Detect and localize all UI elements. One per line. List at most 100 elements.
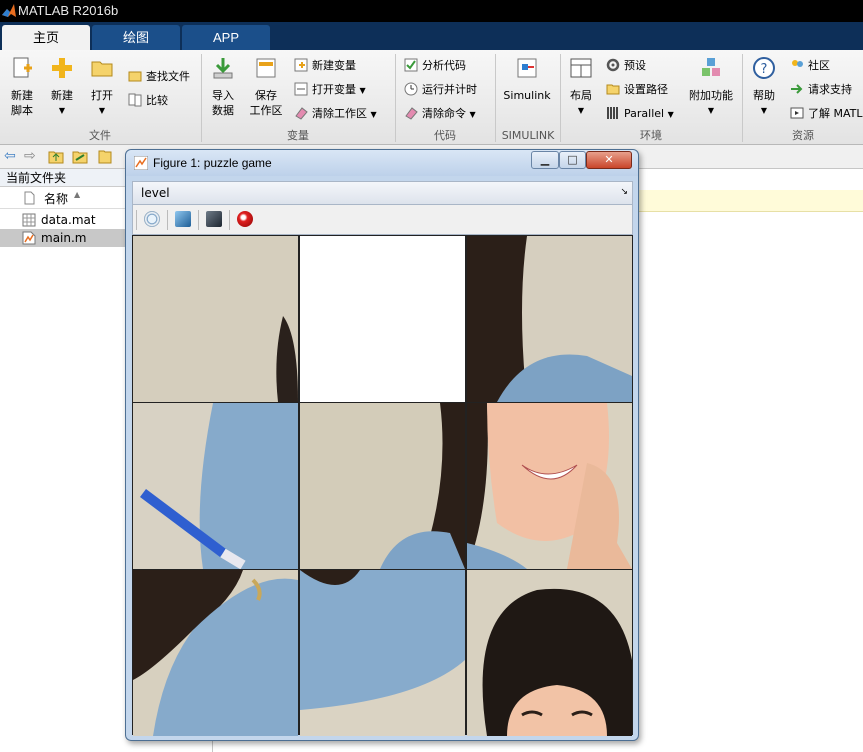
close-button[interactable]: ✕: [586, 151, 632, 169]
help-label: 帮助: [753, 89, 775, 102]
layout-label: 布局: [570, 89, 592, 102]
clear-workspace-label: 清除工作区: [312, 107, 367, 120]
save-workspace-icon: [256, 58, 276, 78]
svg-text:?: ?: [761, 62, 768, 77]
find-files-label: 查找文件: [146, 70, 190, 83]
tile-image: [467, 403, 632, 569]
run-and-time-label: 运行并计时: [422, 83, 477, 96]
puzzle-board: [132, 235, 633, 736]
browse-folder-icon[interactable]: [72, 149, 88, 164]
puzzle-tile[interactable]: [467, 403, 632, 569]
dark-square-icon[interactable]: [206, 211, 222, 227]
puzzle-tile[interactable]: [300, 403, 465, 569]
new-script-button[interactable]: 新建 脚本: [6, 56, 38, 118]
app-titlebar: MATLAB R2016b: [0, 0, 863, 22]
tile-image: [300, 570, 465, 736]
run-and-time-button[interactable]: 运行并计时: [404, 81, 477, 99]
forward-arrow-icon[interactable]: ⇨: [24, 148, 36, 164]
clear-workspace-button[interactable]: 清除工作区 ▼: [294, 105, 377, 123]
new-variable-icon: [294, 58, 308, 72]
menu-level[interactable]: level: [141, 186, 170, 200]
blue-square-icon[interactable]: [175, 211, 191, 227]
figure-titlebar[interactable]: Figure 1: puzzle game ▁ □ ✕: [126, 150, 638, 176]
figure-toolbar: [132, 205, 633, 235]
puzzle-tile[interactable]: [133, 570, 298, 736]
new-label: 新建: [51, 89, 73, 102]
folder-icon: [91, 61, 113, 77]
layout-button[interactable]: 布局 ▼: [566, 56, 596, 118]
figure-menubar: level ↘: [132, 181, 633, 205]
menu-dock-arrow-icon[interactable]: ↘: [620, 187, 628, 197]
chevron-down-icon: ▼: [667, 110, 674, 119]
import-data-button[interactable]: 导入 数据: [206, 56, 240, 118]
find-files-button[interactable]: 查找文件: [128, 68, 190, 86]
analyze-code-button[interactable]: 分析代码: [404, 57, 466, 75]
open-variable-icon: [294, 82, 308, 96]
chevron-down-icon: ▼: [760, 106, 768, 115]
clear-commands-button[interactable]: 清除命令 ▼: [404, 105, 476, 123]
puzzle-tile[interactable]: [467, 236, 632, 402]
back-arrow-icon[interactable]: ⇦: [4, 148, 16, 164]
new-script-icon: [13, 57, 32, 78]
open-variable-button[interactable]: 打开变量 ▼: [294, 81, 366, 99]
tile-image: [133, 570, 298, 736]
new-variable-button[interactable]: 新建变量: [294, 57, 356, 75]
puzzle-tile[interactable]: [133, 403, 298, 569]
tile-image: [133, 403, 298, 569]
save-workspace-button[interactable]: 保存 工作区: [246, 56, 286, 118]
gear-icon: [606, 58, 620, 72]
section-resources-label: 资源: [792, 129, 814, 142]
learn-icon: [790, 107, 804, 119]
learn-matlab-label: 了解 MATL: [808, 107, 863, 120]
matlab-logo-icon: [2, 4, 16, 17]
tile-image: [300, 403, 465, 569]
learn-matlab-button[interactable]: 了解 MATL: [790, 105, 863, 123]
section-file-label: 文件: [89, 129, 111, 142]
community-icon: [792, 60, 803, 67]
open-button[interactable]: 打开 ▼: [86, 56, 118, 118]
file-name: data.mat: [41, 213, 96, 227]
divider: [229, 210, 230, 230]
up-folder-icon[interactable]: [48, 149, 64, 164]
divider: [136, 210, 137, 230]
analyze-code-label: 分析代码: [422, 59, 466, 72]
add-ons-button[interactable]: 附加功能 ▼: [686, 56, 736, 118]
puzzle-tile[interactable]: [300, 570, 465, 736]
puzzle-tile[interactable]: [133, 236, 298, 402]
minimize-button[interactable]: ▁: [531, 151, 559, 169]
arrow-right-icon: [791, 84, 803, 94]
compare-button[interactable]: 比较: [128, 92, 168, 110]
circle-icon[interactable]: [144, 211, 160, 227]
run-time-icon: [404, 82, 418, 96]
chevron-down-icon: ▼: [577, 106, 585, 115]
sort-ascending-icon: ▲: [74, 190, 81, 199]
name-column-label: 名称: [44, 192, 69, 206]
community-button[interactable]: 社区: [790, 57, 830, 75]
new-button[interactable]: 新建 ▼: [46, 56, 78, 118]
simulink-icon: [517, 58, 537, 78]
chevron-down-icon: ▼: [707, 106, 715, 115]
preferences-button[interactable]: 预设: [606, 57, 646, 75]
red-record-icon[interactable]: [237, 211, 253, 227]
help-icon: ?: [753, 57, 775, 79]
simulink-button[interactable]: Simulink: [502, 56, 552, 103]
tab-plots[interactable]: 绘图: [92, 25, 180, 50]
chevron-down-icon: ▼: [98, 106, 106, 115]
preferences-label: 预设: [624, 59, 646, 72]
parallel-button[interactable]: Parallel ▼: [606, 105, 674, 123]
ribbon: 新建 脚本 新建 ▼ 打开 ▼ 查找文件 比较 文件 导入 数据 保存 工作区 …: [0, 50, 863, 145]
puzzle-tile[interactable]: [467, 570, 632, 736]
tab-home[interactable]: 主页: [2, 25, 90, 50]
chevron-down-icon: ▼: [359, 86, 366, 95]
set-path-button[interactable]: 设置路径: [606, 81, 668, 99]
tab-apps[interactable]: APP: [182, 25, 270, 50]
compare-icon: [128, 93, 142, 107]
import-data-label: 导入 数据: [212, 89, 234, 117]
maximize-button[interactable]: □: [559, 151, 586, 169]
parallel-icon: [607, 107, 618, 119]
help-button[interactable]: ? 帮助 ▼: [748, 56, 780, 118]
folder-icon[interactable]: [98, 149, 112, 164]
empty-tile[interactable]: [300, 236, 465, 402]
parallel-label: Parallel: [624, 107, 665, 120]
request-support-button[interactable]: 请求支持: [790, 81, 852, 99]
